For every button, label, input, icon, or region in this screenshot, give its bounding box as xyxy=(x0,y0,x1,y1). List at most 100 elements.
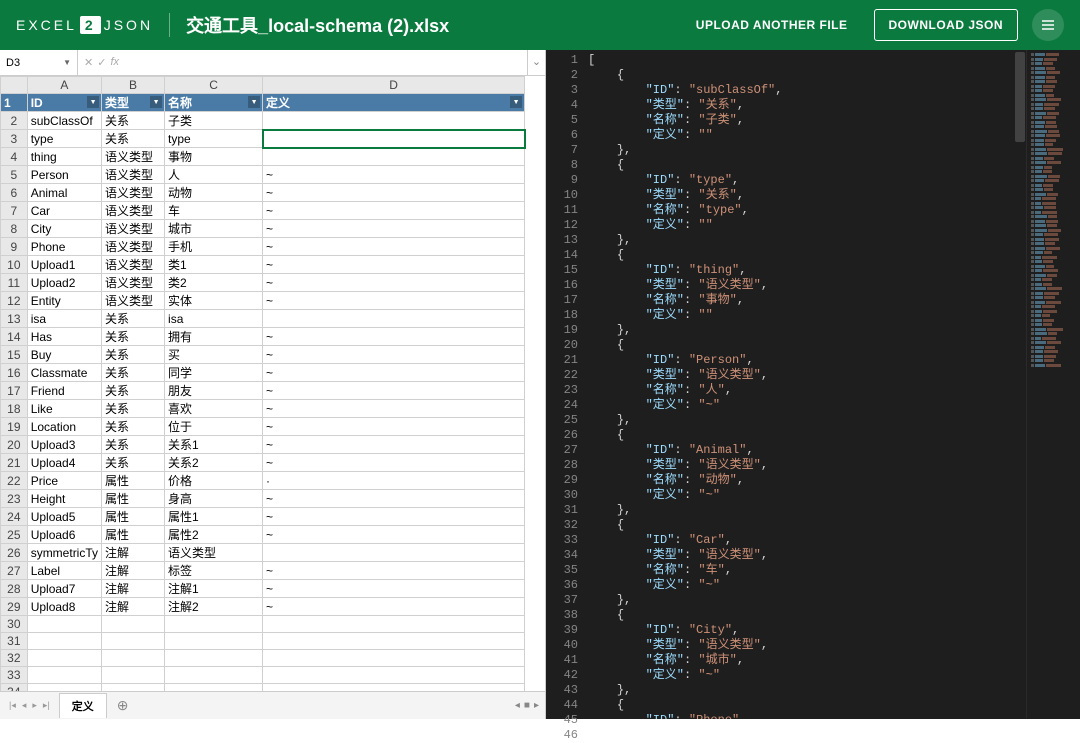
cell[interactable] xyxy=(263,148,525,166)
cell[interactable] xyxy=(102,667,165,684)
cell[interactable]: 喜欢 xyxy=(165,400,263,418)
cell[interactable]: ~ xyxy=(263,454,525,472)
cell[interactable] xyxy=(263,650,525,667)
cell[interactable]: ~ xyxy=(263,202,525,220)
cell[interactable]: 类2 xyxy=(165,274,263,292)
cell[interactable] xyxy=(165,667,263,684)
cell[interactable]: ~ xyxy=(263,292,525,310)
cell[interactable]: 语义类型 xyxy=(102,202,165,220)
scroll-left-icon[interactable]: ◂ xyxy=(515,700,520,711)
scrollbar[interactable] xyxy=(1014,50,1026,719)
cell[interactable] xyxy=(102,616,165,633)
menu-button[interactable] xyxy=(1032,9,1064,41)
cell[interactable]: 事物 xyxy=(165,148,263,166)
sheet-tab-active[interactable]: 定义 xyxy=(59,693,107,718)
cell[interactable]: 语义类型 xyxy=(102,148,165,166)
row-header[interactable]: 1 xyxy=(1,94,28,112)
scroll-right-icon[interactable]: ▸ xyxy=(534,700,539,711)
cell[interactable]: 动物 xyxy=(165,184,263,202)
row-header[interactable]: 27 xyxy=(1,562,28,580)
cell[interactable] xyxy=(263,544,525,562)
cell[interactable]: ~ xyxy=(263,184,525,202)
tab-nav-next[interactable]: ▸ xyxy=(29,700,40,711)
cell[interactable]: ~ xyxy=(263,490,525,508)
cell[interactable]: Person xyxy=(27,166,101,184)
cell[interactable]: Classmate xyxy=(27,364,101,382)
cell[interactable] xyxy=(102,650,165,667)
row-header[interactable]: 28 xyxy=(1,580,28,598)
cell[interactable]: Like xyxy=(27,400,101,418)
cell[interactable]: isa xyxy=(165,310,263,328)
tab-nav-prev[interactable]: ◂ xyxy=(19,700,30,711)
row-header[interactable]: 31 xyxy=(1,633,28,650)
cell[interactable]: Upload4 xyxy=(27,454,101,472)
row-header[interactable]: 26 xyxy=(1,544,28,562)
cell[interactable]: ~ xyxy=(263,598,525,616)
row-header[interactable]: 8 xyxy=(1,220,28,238)
cell[interactable]: 语义类型 xyxy=(102,166,165,184)
row-header[interactable]: 25 xyxy=(1,526,28,544)
cell[interactable]: Buy xyxy=(27,346,101,364)
cell[interactable] xyxy=(165,633,263,650)
cell[interactable]: ~ xyxy=(263,580,525,598)
table-column-header[interactable]: ID▼ xyxy=(27,94,101,112)
cell[interactable]: 注解2 xyxy=(165,598,263,616)
row-header[interactable]: 3 xyxy=(1,130,28,148)
row-header[interactable]: 7 xyxy=(1,202,28,220)
cell[interactable] xyxy=(102,684,165,692)
cell[interactable]: 注解1 xyxy=(165,580,263,598)
cell[interactable]: Location xyxy=(27,418,101,436)
cell[interactable]: 价格 xyxy=(165,472,263,490)
cell[interactable] xyxy=(263,667,525,684)
cell[interactable]: 注解 xyxy=(102,598,165,616)
cell[interactable]: thing xyxy=(27,148,101,166)
add-sheet-button[interactable]: ⊕ xyxy=(117,697,129,714)
cell[interactable]: 关系 xyxy=(102,310,165,328)
scrollbar-thumb[interactable] xyxy=(1015,52,1025,142)
cell[interactable]: Entity xyxy=(27,292,101,310)
cell[interactable]: ~ xyxy=(263,436,525,454)
table-column-header[interactable]: 定义▼ xyxy=(263,94,525,112)
row-header[interactable]: 21 xyxy=(1,454,28,472)
cell[interactable]: 同学 xyxy=(165,364,263,382)
row-header[interactable]: 34 xyxy=(1,684,28,692)
cell[interactable]: Upload5 xyxy=(27,508,101,526)
cell[interactable]: Phone xyxy=(27,238,101,256)
cell[interactable]: 语义类型 xyxy=(102,274,165,292)
split-icon[interactable]: ■ xyxy=(524,700,530,711)
cell[interactable]: 身高 xyxy=(165,490,263,508)
cell[interactable] xyxy=(263,130,525,148)
cell[interactable]: 属性 xyxy=(102,508,165,526)
table-column-header[interactable]: 名称▼ xyxy=(165,94,263,112)
col-header[interactable]: A xyxy=(27,77,101,94)
cell[interactable]: Upload7 xyxy=(27,580,101,598)
cell[interactable]: 注解 xyxy=(102,544,165,562)
cell[interactable]: ~ xyxy=(263,166,525,184)
cell[interactable]: 属性2 xyxy=(165,526,263,544)
download-json-button[interactable]: DOWNLOAD JSON xyxy=(874,9,1019,41)
cell[interactable] xyxy=(165,616,263,633)
cell[interactable]: Animal xyxy=(27,184,101,202)
cell[interactable]: 关系 xyxy=(102,364,165,382)
cell[interactable]: ~ xyxy=(263,256,525,274)
cell[interactable]: ~ xyxy=(263,364,525,382)
cell[interactable]: 关系2 xyxy=(165,454,263,472)
cell-reference-box[interactable]: D3 ▼ xyxy=(0,50,78,75)
row-header[interactable]: 20 xyxy=(1,436,28,454)
col-header[interactable]: D xyxy=(263,77,525,94)
row-header[interactable]: 5 xyxy=(1,166,28,184)
cell[interactable]: Price xyxy=(27,472,101,490)
row-header[interactable]: 19 xyxy=(1,418,28,436)
cell[interactable]: 属性 xyxy=(102,490,165,508)
row-header[interactable]: 22 xyxy=(1,472,28,490)
cell[interactable] xyxy=(165,684,263,692)
cell[interactable]: ~ xyxy=(263,382,525,400)
row-header[interactable]: 30 xyxy=(1,616,28,633)
col-header[interactable]: B xyxy=(102,77,165,94)
row-header[interactable]: 2 xyxy=(1,112,28,130)
row-header[interactable]: 6 xyxy=(1,184,28,202)
fx-controls[interactable]: ✕✓fx xyxy=(78,56,125,69)
cell[interactable] xyxy=(263,633,525,650)
cell[interactable] xyxy=(27,667,101,684)
cell[interactable]: 关系 xyxy=(102,112,165,130)
